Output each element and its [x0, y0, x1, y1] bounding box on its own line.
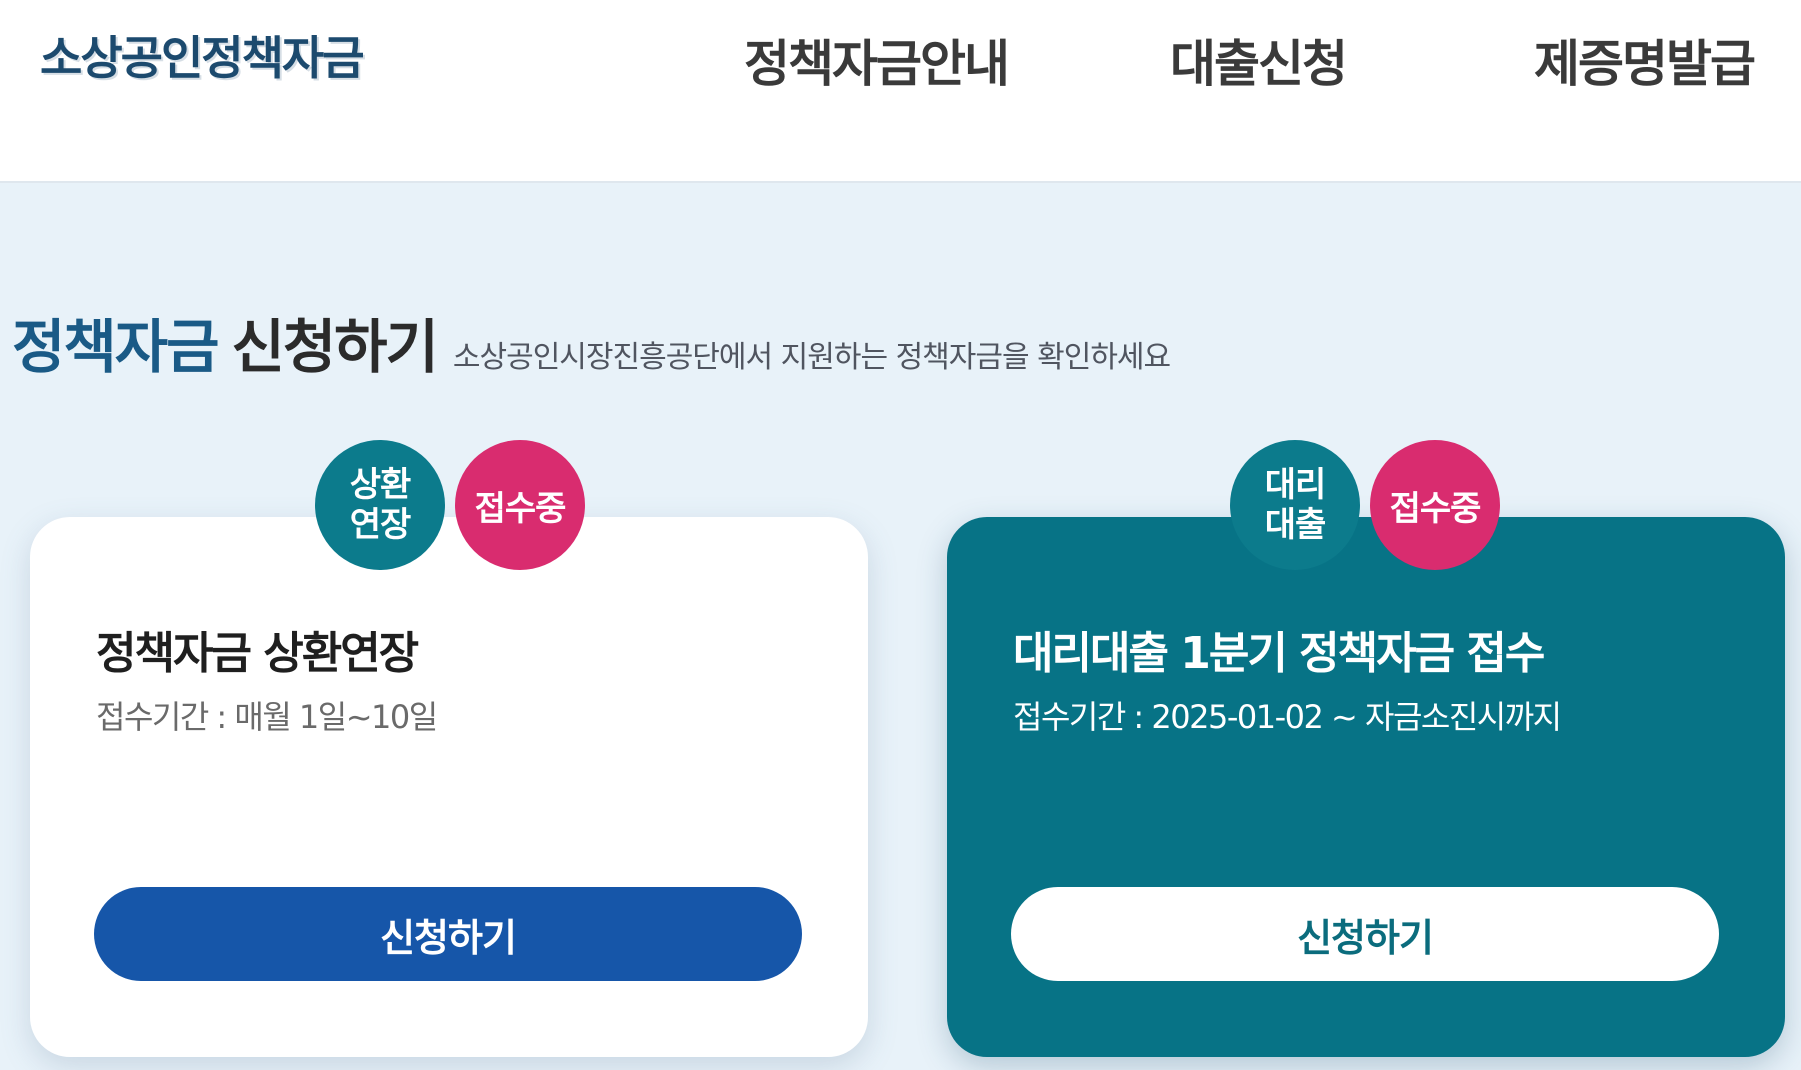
nav-certificate-issuance[interactable]: 제증명발급 [1534, 24, 1756, 96]
section-subtitle: 소상공인시장진흥공단에서 지원하는 정책자금을 확인하세요 [452, 340, 1171, 375]
status-badge-receiving: 접수중 [1370, 440, 1500, 570]
badge-label: 상환 연장 [349, 465, 412, 545]
category-badge-proxy-loan: 대리 대출 [1230, 440, 1360, 570]
nav-loan-application[interactable]: 대출신청 [1170, 24, 1348, 96]
card-proxy-loan: 대리대출 1분기 정책자금 접수 접수기간 : 2025-01-02 ~ 자금소… [947, 517, 1785, 1057]
apply-button-repayment-extension[interactable]: 신청하기 [94, 887, 802, 981]
section-title-highlight: 정책자금 [12, 313, 219, 381]
category-badge-repayment-extension: 상환 연장 [315, 440, 445, 570]
badge-label: 접수중 [1389, 488, 1482, 529]
site-logo[interactable]: 소상공인정책자금 [40, 22, 365, 88]
status-badge-receiving: 접수중 [455, 440, 585, 570]
badge-label: 접수중 [474, 488, 567, 529]
apply-button-proxy-loan[interactable]: 신청하기 [1011, 887, 1719, 981]
card-title: 대리대출 1분기 정책자금 접수 [1013, 628, 1545, 679]
card-repayment-extension: 정책자금 상환연장 접수기간 : 매월 1일~10일 신청하기 [30, 517, 868, 1057]
site-header: 소상공인정책자금 정책자금안내 대출신청 제증명발급 [0, 0, 1801, 183]
section-title-rest: 신청하기 [231, 313, 438, 381]
card-period: 접수기간 : 2025-01-02 ~ 자금소진시까지 [1013, 698, 1562, 736]
card-period: 접수기간 : 매월 1일~10일 [96, 698, 438, 736]
card-title: 정책자금 상환연장 [96, 628, 419, 679]
nav-policy-fund-guide[interactable]: 정책자금안내 [744, 24, 1010, 96]
section-title: 정책자금 신청하기 소상공인시장진흥공단에서 지원하는 정책자금을 확인하세요 [12, 300, 1171, 384]
badge-label: 대리 대출 [1264, 465, 1327, 545]
